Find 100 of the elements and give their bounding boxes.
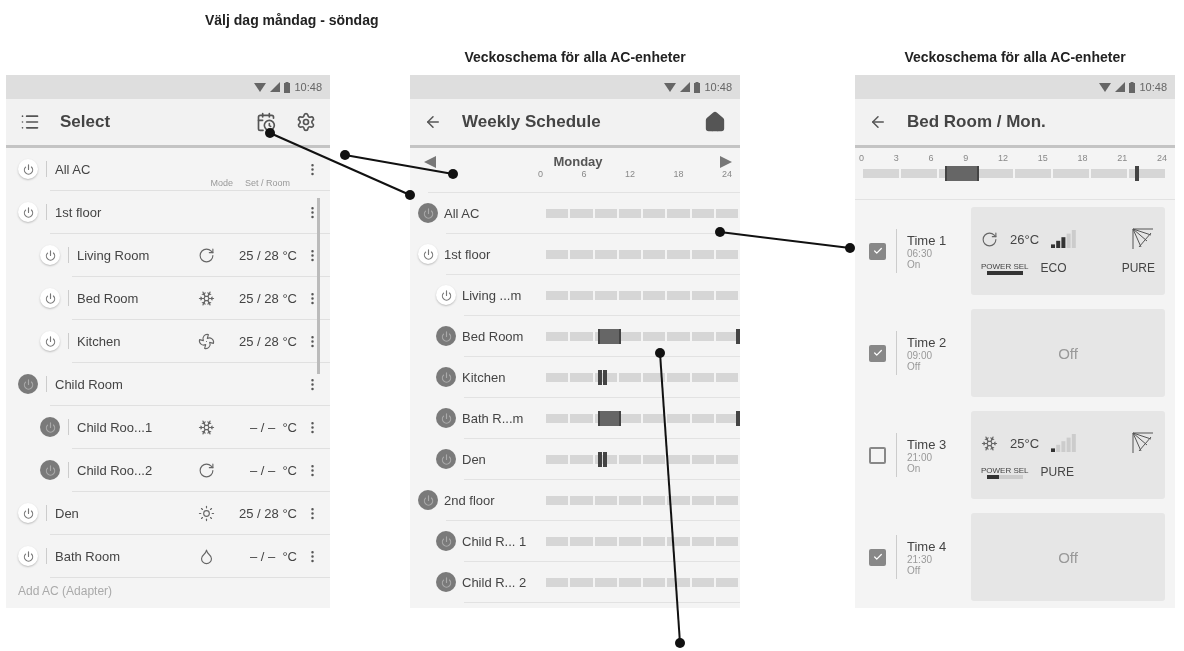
unit-name[interactable]: Living ...m <box>462 287 540 303</box>
column-header: Mode <box>210 178 233 190</box>
hour-tick: 12 <box>624 169 635 179</box>
battery-icon <box>1129 81 1136 93</box>
hour-tick: 6 <box>928 153 934 163</box>
checkbox[interactable] <box>869 548 886 566</box>
callout-caption: Veckoschema för alla AC-enheter <box>904 48 1126 65</box>
unit-name[interactable]: 1st floor <box>55 204 297 220</box>
scrollbar[interactable] <box>317 198 320 374</box>
calendar-clock-icon[interactable] <box>256 112 276 132</box>
screen-title: Bed Room / Mon. <box>907 112 1047 132</box>
unit-name[interactable]: Child R... 1 <box>462 533 540 549</box>
unit-name[interactable]: All AC <box>444 205 540 221</box>
power-icon[interactable] <box>418 490 438 510</box>
temperature-text: 26°C <box>1010 231 1040 247</box>
power-icon[interactable] <box>40 288 60 308</box>
snowflake-icon <box>981 434 998 452</box>
option-tag: ECO <box>1040 261 1067 275</box>
power-icon[interactable] <box>18 503 38 523</box>
checkbox[interactable] <box>869 344 886 362</box>
timer-action: On <box>907 462 922 474</box>
unit-name[interactable]: Den <box>462 451 540 467</box>
temperature-text: 25 / 28 °C <box>238 505 297 521</box>
unit-name[interactable]: Child Room <box>55 376 297 392</box>
power-icon[interactable] <box>436 285 456 305</box>
snowflake-icon <box>198 418 215 436</box>
timer-label: Time 3 <box>907 436 948 452</box>
unit-name[interactable]: Bed Room <box>462 328 540 344</box>
power-icon[interactable] <box>18 159 38 179</box>
timer-time: 21:00 <box>907 451 934 463</box>
hour-tick: 6 <box>581 169 587 179</box>
signal-icon <box>680 82 691 92</box>
fan-icon <box>198 332 215 350</box>
power-icon[interactable] <box>436 531 456 551</box>
unit-name[interactable]: All AC <box>55 161 297 177</box>
checkbox[interactable] <box>869 446 886 464</box>
timer-card[interactable]: 26°C POWER SEL ECO PURE <box>971 207 1165 295</box>
settings-icon[interactable] <box>296 112 316 132</box>
power-icon[interactable] <box>436 572 456 592</box>
power-icon[interactable] <box>18 374 38 394</box>
power-icon[interactable] <box>418 244 438 264</box>
check-icon <box>872 348 883 358</box>
unit-name[interactable]: Child Roo...1 <box>77 419 190 435</box>
unit-name[interactable]: Bath R...m <box>462 410 540 426</box>
unit-name[interactable]: Child Roo...2 <box>77 462 190 478</box>
previous-day-icon[interactable] <box>424 155 436 168</box>
home-icon[interactable] <box>704 111 726 133</box>
power-icon[interactable] <box>18 202 38 222</box>
power-icon[interactable] <box>40 460 60 480</box>
next-day-icon[interactable] <box>720 155 732 168</box>
power-select-label: POWER SEL <box>981 261 1029 271</box>
unit-name[interactable]: Bed Room <box>77 290 190 306</box>
signal-icon <box>270 82 281 92</box>
power-icon[interactable] <box>40 417 60 437</box>
temperature-text: 25 / 28 °C <box>238 247 297 263</box>
unit-name[interactable]: Kitchen <box>462 369 540 385</box>
power-icon[interactable] <box>436 449 456 469</box>
callout-caption: Välj dag måndag - söndag <box>205 12 380 30</box>
unit-name[interactable]: 2nd floor <box>444 492 540 508</box>
timer-card[interactable]: 25°C POWER SEL PURE <box>971 411 1165 499</box>
power-icon[interactable] <box>40 331 60 351</box>
hour-tick: 24 <box>721 169 732 179</box>
temperature-text: – / – °C <box>248 548 297 564</box>
droplet-icon <box>198 547 215 565</box>
hour-tick: 15 <box>1037 153 1048 163</box>
option-tag: PURE <box>1040 465 1074 479</box>
battery-icon <box>694 81 701 93</box>
timer-label: Time 4 <box>907 538 948 554</box>
temperature-text: 25°C <box>1010 435 1040 451</box>
menu-icon[interactable] <box>20 112 40 132</box>
screen-title: Weekly Schedule <box>462 112 602 132</box>
unit-name[interactable]: Living Room <box>77 247 190 263</box>
hour-tick: 0 <box>538 169 543 179</box>
power-icon[interactable] <box>40 245 60 265</box>
signal-icon <box>1115 82 1126 92</box>
timer-label: Time 1 <box>907 232 948 248</box>
timer-label: Time 2 <box>907 334 948 350</box>
battery-icon <box>284 81 291 93</box>
power-icon[interactable] <box>418 203 438 223</box>
power-icon[interactable] <box>18 546 38 566</box>
temperature-text: – / – °C <box>248 419 297 435</box>
power-icon[interactable] <box>436 326 456 346</box>
timer-time: 06:30 <box>907 247 934 259</box>
unit-name[interactable]: 1st floor <box>444 246 540 262</box>
unit-name[interactable]: Kitchen <box>77 333 190 349</box>
unit-name[interactable]: Child R... 2 <box>462 574 540 590</box>
checkbox[interactable] <box>869 242 886 260</box>
option-tag: PURE <box>1121 261 1155 275</box>
status-time: 10:48 <box>704 81 732 93</box>
hour-tick: 24 <box>1156 153 1167 163</box>
temperature-text: 25 / 28 °C <box>238 290 297 306</box>
unit-name[interactable]: Den <box>55 505 190 521</box>
unit-name[interactable]: Bath Room <box>55 548 190 564</box>
wifi-icon <box>254 82 267 92</box>
power-icon[interactable] <box>436 367 456 387</box>
screen-title: Select <box>60 112 112 132</box>
power-icon[interactable] <box>436 408 456 428</box>
hour-tick: 9 <box>963 153 969 163</box>
power-select-label: POWER SEL <box>981 465 1029 475</box>
swing-icon <box>1131 431 1155 455</box>
